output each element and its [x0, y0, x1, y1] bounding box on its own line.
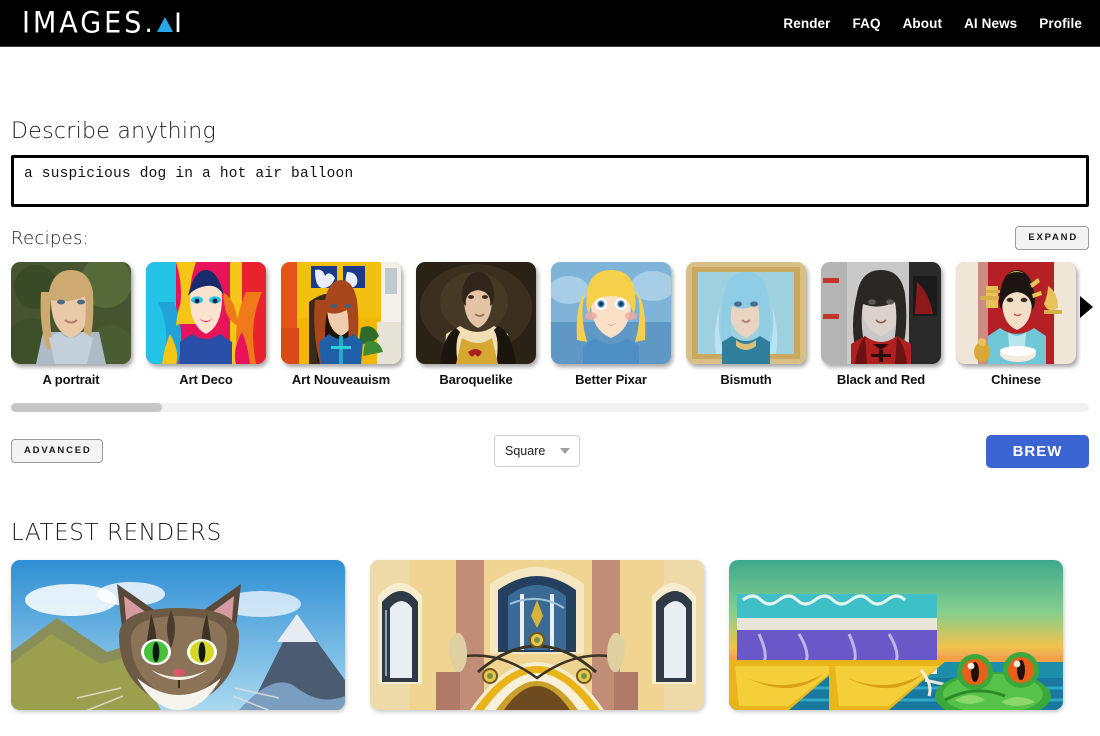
recipe-thumbnail[interactable] — [821, 262, 941, 364]
recipes-scrollbar[interactable] — [11, 403, 1089, 412]
recipe-card-art-nouveauism[interactable]: Art Nouveauism — [281, 262, 401, 397]
latest-renders-title: LATEST RENDERS — [11, 520, 222, 546]
advanced-button[interactable]: ADVANCED — [11, 439, 103, 463]
recipe-label: Bismuth — [720, 372, 772, 387]
top-navigation-bar: IMAGES. I Render FAQ About AI News Profil… — [0, 0, 1100, 47]
logo-suffix: I — [173, 7, 185, 39]
recipes-strip[interactable]: A portrait Art Deco Art Nouveauism Baroq… — [11, 262, 1081, 397]
recipe-card-chinese[interactable]: Chinese — [956, 262, 1076, 397]
aspect-ratio-value: Square — [505, 444, 546, 458]
recipe-thumbnail[interactable] — [281, 262, 401, 364]
logo-dot: . — [144, 7, 156, 39]
recipe-label: Art Deco — [179, 372, 233, 387]
recipes-scrollbar-thumb[interactable] — [11, 403, 162, 412]
page-title: Describe anything — [11, 118, 217, 145]
nav-item-faq[interactable]: FAQ — [853, 16, 881, 31]
recipe-label: Baroquelike — [439, 372, 513, 387]
site-logo[interactable]: IMAGES. I — [22, 6, 185, 40]
recipe-thumbnail[interactable] — [146, 262, 266, 364]
logo-text: IMAGES — [22, 6, 145, 40]
recipes-carousel: A portrait Art Deco Art Nouveauism Baroq… — [11, 262, 1093, 397]
recipe-label: Art Nouveauism — [291, 372, 391, 387]
recipe-label: Better Pixar — [575, 372, 647, 387]
recipe-card-a-portrait[interactable]: A portrait — [11, 262, 131, 397]
recipe-thumbnail[interactable] — [686, 262, 806, 364]
recipes-header: Recipes: EXPAND — [11, 225, 1089, 251]
recipe-card-art-deco[interactable]: Art Deco — [146, 262, 266, 397]
aspect-ratio-select[interactable]: Square — [494, 435, 580, 467]
brew-button[interactable]: BREW — [986, 434, 1089, 468]
nav-item-ai-news[interactable]: AI News — [964, 16, 1017, 31]
recipe-card-better-pixar[interactable]: Better Pixar — [551, 262, 671, 397]
carousel-next-arrow-icon[interactable] — [1080, 296, 1093, 318]
nav-item-profile[interactable]: Profile — [1039, 16, 1082, 31]
nav-item-render[interactable]: Render — [783, 16, 830, 31]
expand-button[interactable]: EXPAND — [1015, 226, 1089, 250]
recipe-label: Black and Red — [836, 372, 926, 387]
render-card-cat-in-mountains[interactable] — [11, 560, 345, 710]
nav-item-about[interactable]: About — [903, 16, 942, 31]
recipe-label: Chinese — [991, 372, 1041, 387]
render-card-cocktails-with-frog[interactable] — [729, 560, 1063, 710]
chevron-down-icon — [560, 448, 570, 454]
recipe-label: A portrait — [42, 372, 100, 387]
main-nav: Render FAQ About AI News Profile — [783, 16, 1082, 31]
generation-controls: ADVANCED Square BREW — [11, 434, 1089, 468]
recipe-card-bismuth[interactable]: Bismuth — [686, 262, 806, 397]
render-card-art-nouveau-facade[interactable] — [370, 560, 704, 710]
latest-renders-grid — [11, 560, 1089, 710]
recipe-thumbnail[interactable] — [416, 262, 536, 364]
recipe-card-baroquelike[interactable]: Baroquelike — [416, 262, 536, 397]
recipe-thumbnail[interactable] — [551, 262, 671, 364]
recipe-card-black-and-red[interactable]: Black and Red — [821, 262, 941, 397]
recipes-label: Recipes: — [11, 227, 90, 249]
triangle-a-icon — [156, 16, 173, 32]
recipe-thumbnail[interactable] — [956, 262, 1076, 364]
prompt-input[interactable] — [11, 155, 1089, 207]
recipe-thumbnail[interactable] — [11, 262, 131, 364]
